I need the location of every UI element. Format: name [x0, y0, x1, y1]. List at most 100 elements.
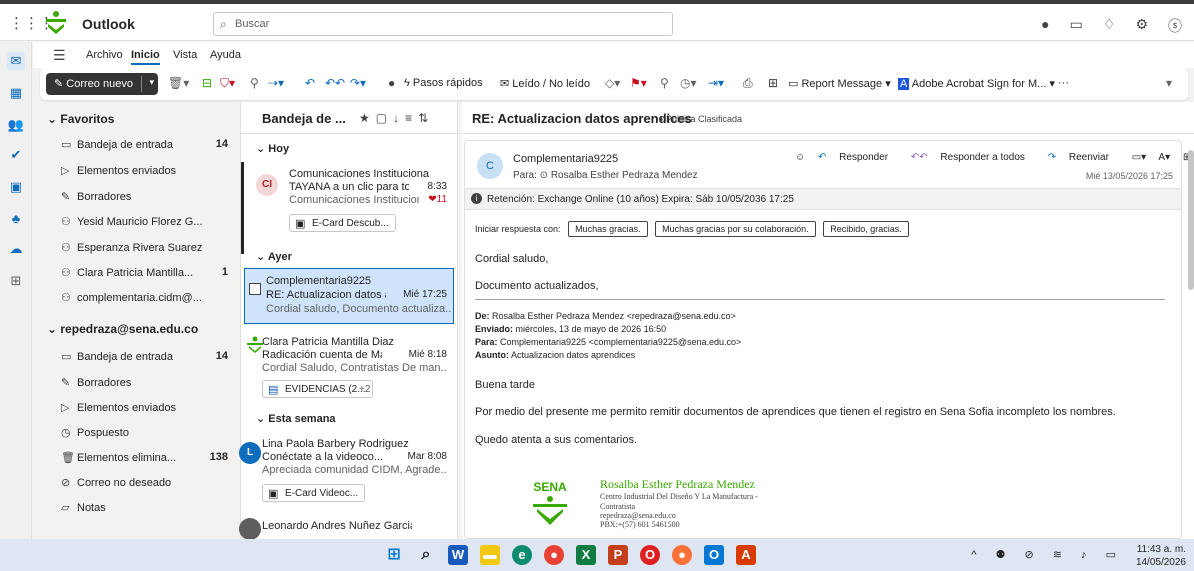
- menu-archivo[interactable]: Archivo: [86, 49, 123, 61]
- select-checkbox[interactable]: [249, 283, 261, 295]
- menu-vista[interactable]: Vista: [173, 49, 197, 61]
- bell-icon[interactable]: ♢: [1103, 16, 1116, 36]
- list-item-selected[interactable]: Complementaria9225 RE: Actualizacion dat…: [244, 268, 454, 324]
- sender-avatar[interactable]: C: [477, 153, 503, 179]
- report-message-button[interactable]: ▭ Report Message ▾: [788, 77, 891, 90]
- teams-icon[interactable]: ●: [1041, 16, 1049, 36]
- delete-icon[interactable]: 🗑▾: [168, 76, 189, 90]
- acct-snoozed[interactable]: ◷ Pospuesto: [61, 426, 236, 439]
- mail-app-icon[interactable]: ✉: [7, 52, 25, 70]
- acrobat-icon[interactable]: A▾: [1158, 152, 1170, 163]
- chrome-icon[interactable]: ●: [544, 545, 564, 565]
- quick-reply-button[interactable]: Muchas gracias.: [568, 221, 648, 237]
- fav-inbox[interactable]: ▭ Bandeja de entrada 14: [61, 138, 236, 151]
- profile-icon[interactable]: ⓢ: [1168, 16, 1182, 36]
- search-box[interactable]: ⌕ Buscar: [213, 12, 673, 36]
- windows-start-icon[interactable]: ⊞: [384, 545, 404, 565]
- sender-name[interactable]: Complementaria9225: [513, 153, 618, 165]
- emoji-icon[interactable]: ☺: [795, 152, 805, 163]
- people-app-icon[interactable]: 👥: [7, 116, 25, 134]
- acct-drafts[interactable]: ✎ Borradores: [61, 376, 236, 389]
- pin-icon[interactable]: ⚲: [660, 76, 669, 90]
- attachment-chip[interactable]: ▣ E-Card Videoc...: [262, 484, 366, 502]
- favorites-header[interactable]: ⌄ Favoritos: [47, 112, 114, 126]
- chevron-down-icon[interactable]: ▾: [149, 77, 154, 88]
- acct-notes[interactable]: ▱ Notas: [61, 501, 236, 514]
- quick-reply-button[interactable]: Recibido, gracias.: [823, 221, 909, 237]
- file-explorer-icon[interactable]: ▬: [480, 545, 500, 565]
- firefox-icon[interactable]: ●: [672, 545, 692, 565]
- sensitivity-label[interactable]: ● Pública Clasificada: [658, 114, 742, 124]
- menu-ayuda[interactable]: Ayuda: [210, 49, 241, 61]
- quick-reply-button[interactable]: Muchas gracias por su colaboración.: [655, 221, 816, 237]
- fav-person-complementaria[interactable]: ⚇ complementaria.cidm@...: [61, 291, 236, 304]
- edge-icon[interactable]: e: [512, 545, 532, 565]
- teams-share-icon[interactable]: ●: [388, 76, 395, 90]
- calendar-app-icon[interactable]: ▦: [7, 84, 25, 102]
- onedrive-app-icon[interactable]: ☁: [7, 240, 25, 258]
- reply-all-button[interactable]: ↶↶ Responder a todos: [911, 152, 1035, 163]
- org-app-icon[interactable]: ♣: [7, 210, 25, 228]
- reply-all-icon[interactable]: ↶↶: [325, 76, 345, 90]
- todo-app-icon[interactable]: ✔: [7, 146, 25, 164]
- folder-title[interactable]: Bandeja de ...: [262, 111, 346, 126]
- attachment-chip[interactable]: ▤ EVIDENCIAS (2...: [262, 380, 373, 398]
- new-mail-button[interactable]: ✎ Correo nuevo ▾: [46, 73, 158, 95]
- forward-icon[interactable]: ↷▾: [350, 76, 366, 90]
- rules-icon[interactable]: ⇥▾: [708, 76, 724, 90]
- read-unread-button[interactable]: ✉ Leído / No leído: [500, 77, 590, 90]
- system-tray[interactable]: ^ ⚉ ⊘ ≋ ♪ ▭: [971, 548, 1124, 561]
- fav-sent[interactable]: ▷ Elementos enviados: [61, 164, 236, 177]
- more-apps-icon[interactable]: ⊞: [7, 272, 25, 290]
- snooze-icon[interactable]: ◷▾: [680, 76, 697, 90]
- reply-icon[interactable]: ↶: [305, 76, 315, 90]
- forward-button[interactable]: ↷ Reenviar: [1048, 152, 1119, 163]
- acct-junk[interactable]: ⊘ Correo no deseado: [61, 476, 236, 489]
- group-today[interactable]: ⌄ Hoy: [256, 142, 289, 155]
- fav-person-yesid[interactable]: ⚇ Yesid Mauricio Florez G...: [61, 215, 236, 228]
- hamburger-icon[interactable]: ☰: [53, 47, 66, 64]
- list-tools[interactable]: ★▢↓≡⇅: [359, 111, 434, 125]
- group-this-week[interactable]: ⌄ Esta semana: [256, 412, 336, 425]
- reading-scrollbar[interactable]: [1188, 150, 1194, 290]
- move-icon[interactable]: ⇢▾: [268, 76, 284, 90]
- outlook-taskbar-icon[interactable]: O: [704, 545, 724, 565]
- notes-icon[interactable]: ▭: [1070, 16, 1083, 36]
- list-item[interactable]: Leonardo Andres Nuñez Garcia: [239, 516, 453, 540]
- menu-inicio[interactable]: Inicio: [131, 49, 160, 65]
- system-clock[interactable]: 11:43 a. m. 14/05/2026: [1136, 543, 1186, 569]
- fav-drafts[interactable]: ✎ Borradores: [61, 190, 236, 203]
- reply-button[interactable]: ↶ Responder: [818, 152, 898, 163]
- report-icon[interactable]: ⛉▾: [220, 76, 235, 91]
- list-item[interactable]: Clara Patricia Mantilla Diaz Radicación …: [241, 330, 453, 410]
- word-app-icon[interactable]: ▣: [7, 178, 25, 196]
- group-yesterday[interactable]: ⌄ Ayer: [256, 250, 292, 263]
- report-icon[interactable]: ▭▾: [1132, 152, 1146, 163]
- fav-person-clara[interactable]: ⚇ Clara Patricia Mantilla... 1: [61, 266, 236, 279]
- flag-icon[interactable]: ⚑▾: [630, 76, 647, 90]
- taskbar-search-icon[interactable]: ⌕: [416, 545, 436, 565]
- powerpoint-icon[interactable]: P: [608, 545, 628, 565]
- print-icon[interactable]: ⎙: [743, 76, 753, 91]
- fav-person-esperanza[interactable]: ⚇ Esperanza Rivera Suarez: [61, 241, 236, 254]
- ribbon-collapse-icon[interactable]: ▾: [1166, 76, 1172, 90]
- more-options-button[interactable]: ···: [1058, 77, 1069, 89]
- tag-icon[interactable]: ◇▾: [605, 76, 620, 90]
- recipient-line[interactable]: Para: ⊙ Rosalba Esther Pedraza Mendez: [513, 170, 698, 181]
- gear-icon[interactable]: ⚙: [1135, 16, 1148, 36]
- acct-deleted[interactable]: 🗑 Elementos elimina... 138: [61, 451, 236, 464]
- opera-icon[interactable]: O: [640, 545, 660, 565]
- word-taskbar-icon[interactable]: W: [448, 545, 468, 565]
- acct-inbox[interactable]: ▭ Bandeja de entrada 14: [61, 350, 236, 363]
- quick-steps-button[interactable]: ϟ Pasos rápidos: [404, 77, 483, 89]
- archive-icon[interactable]: ⊟: [202, 76, 212, 90]
- attachment-chip[interactable]: ▣ E-Card Descub...: [289, 214, 396, 232]
- list-item[interactable]: CI Comunicaciones Institucionales TAYANA…: [241, 162, 453, 254]
- list-item[interactable]: L Lina Paola Barbery Rodriguez Conéctate…: [239, 432, 453, 514]
- sweep-icon[interactable]: ⚲: [250, 76, 259, 90]
- apps-icon[interactable]: ⊞: [768, 76, 778, 90]
- app-launcher-icon[interactable]: ⋮⋮⋮: [9, 14, 54, 32]
- excel-icon[interactable]: X: [576, 545, 596, 565]
- acct-sent[interactable]: ▷ Elementos enviados: [61, 401, 236, 414]
- acrobat-taskbar-icon[interactable]: A: [736, 545, 756, 565]
